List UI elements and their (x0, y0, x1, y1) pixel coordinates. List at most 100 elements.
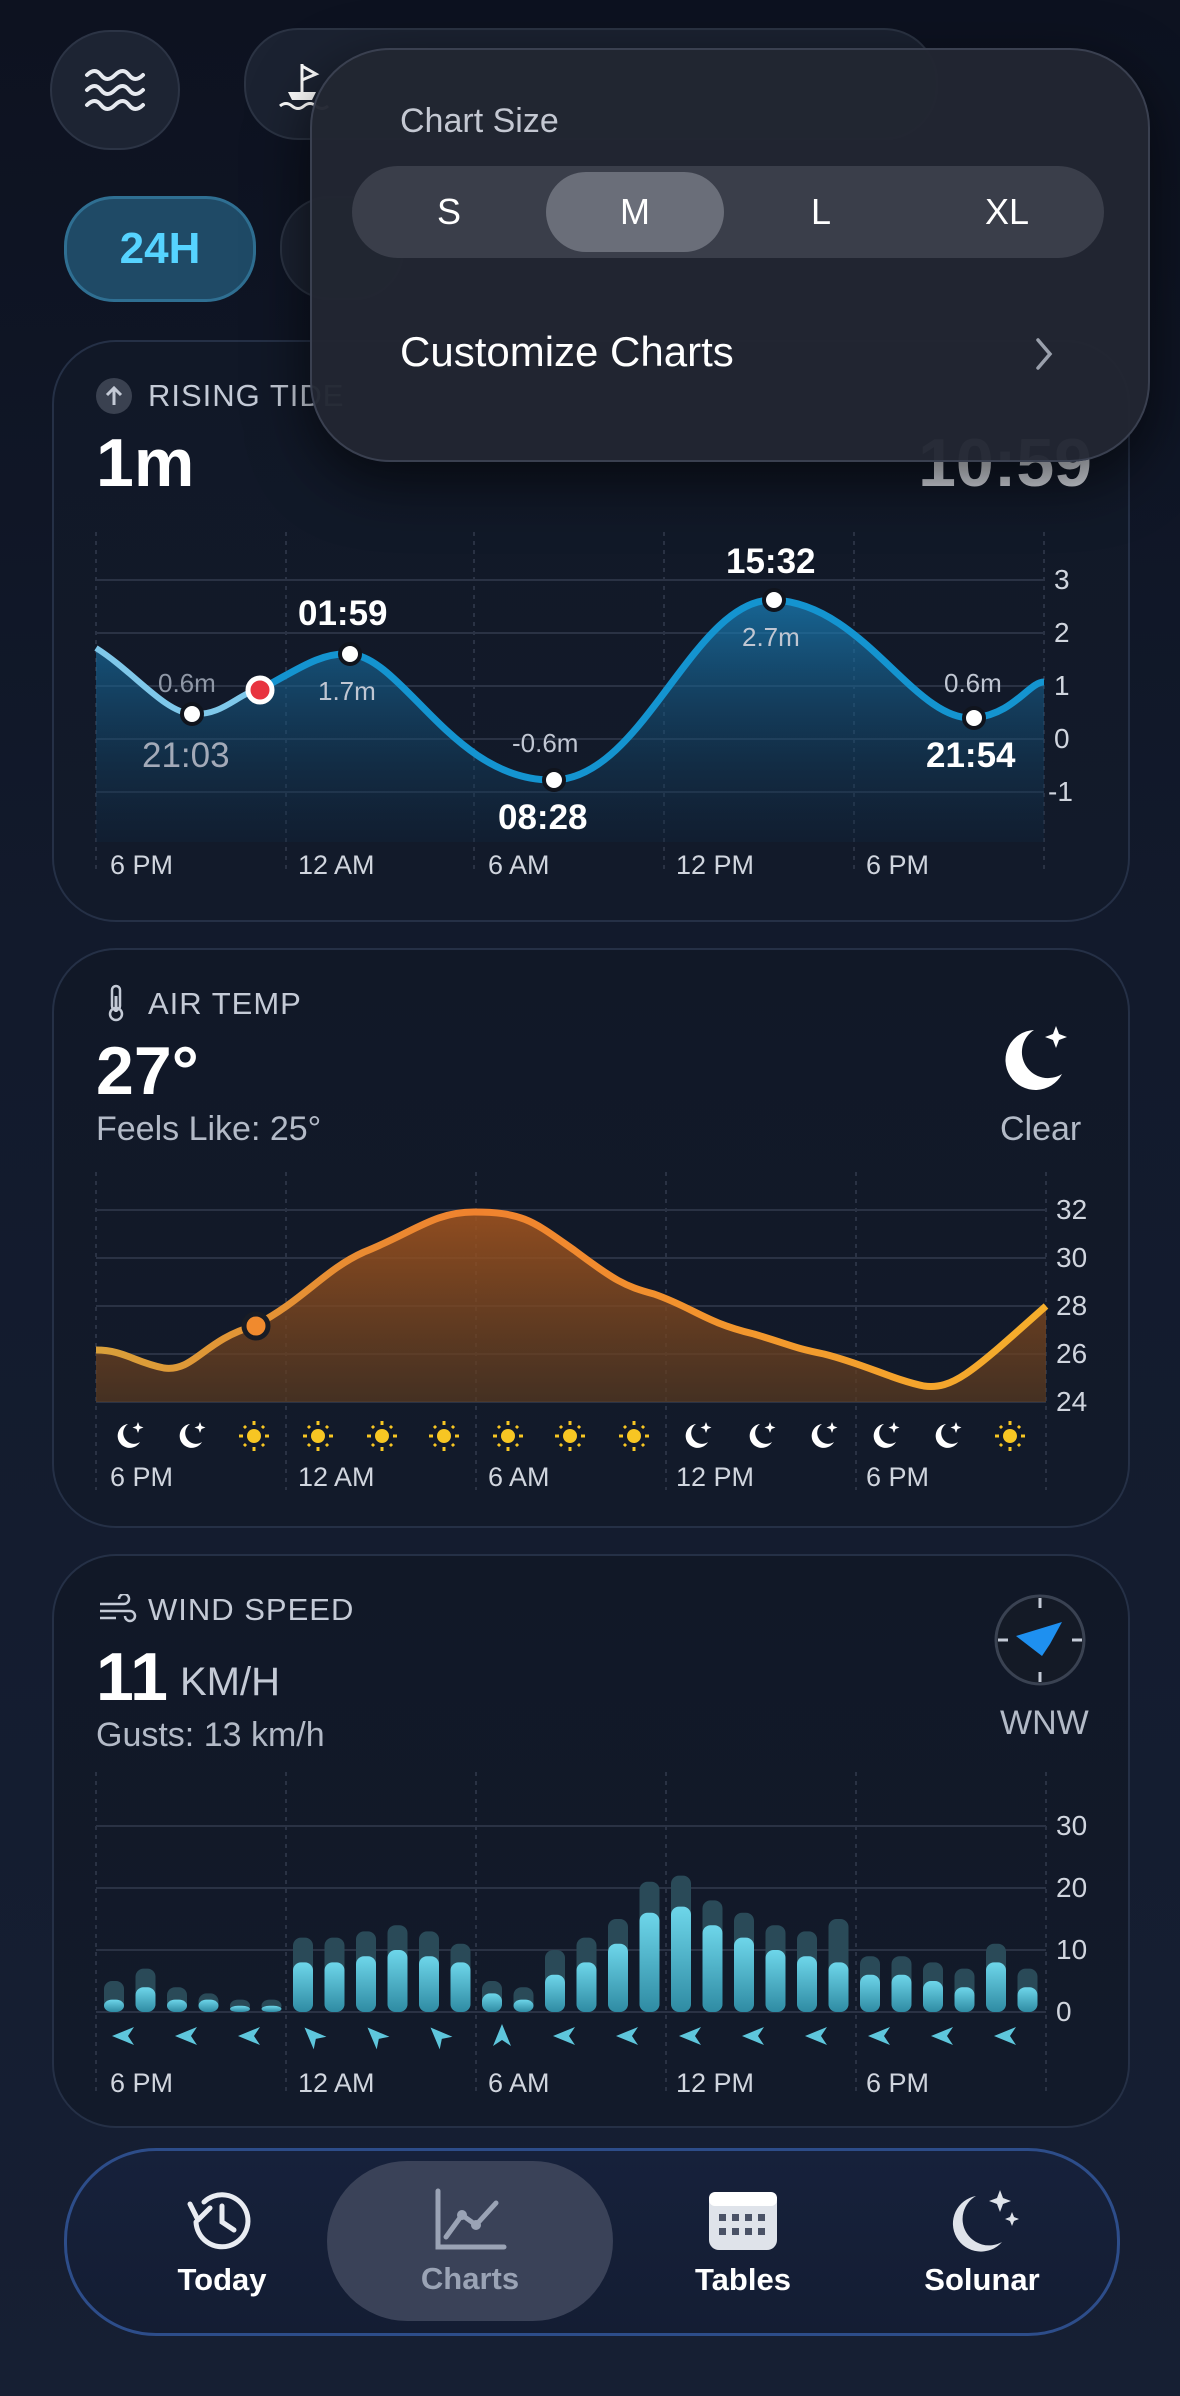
wind-speed-bar (891, 1974, 912, 2012)
tide-high-point (762, 588, 786, 612)
temp-y-tick: 32 (1056, 1194, 1088, 1225)
wind-direction-arrow (367, 2027, 390, 2050)
popup-title: Chart Size (400, 102, 559, 140)
wind-direction-arrow (112, 2027, 134, 2045)
customize-charts-label: Customize Charts (400, 328, 734, 375)
wind-x-tick: 6 PM (866, 2068, 930, 2098)
temp-x-tick: 12 AM (298, 1462, 375, 1492)
temp-y-tick: 26 (1056, 1338, 1088, 1369)
wind-speed-bar (1017, 1987, 1038, 2012)
tide-label-height: 0.6m (158, 668, 216, 698)
temp-y-tick: 30 (1056, 1242, 1088, 1273)
air-temp-card[interactable]: AIR TEMP 27° Feels Like: 25° Clear 32 30… (52, 948, 1130, 1528)
wind-speed-bar (545, 1974, 565, 2012)
wind-speed-bar (482, 1993, 502, 2012)
wind-speed-bar (765, 1950, 786, 2012)
size-s-button[interactable]: S (360, 166, 538, 258)
wind-speed-bar (167, 1999, 187, 2012)
wind-speed-bar (387, 1950, 408, 2012)
waves-button[interactable] (50, 30, 180, 150)
wind-speed-bar (356, 1956, 376, 2012)
tide-y-tick: 2 (1054, 617, 1070, 648)
tab-today[interactable]: Today (107, 2151, 337, 2333)
wind-speed-bar (828, 1962, 849, 2012)
tab-label: Charts (420, 2261, 520, 2296)
tide-label-time: 21:03 (142, 736, 230, 775)
history-clock-icon (187, 2192, 251, 2250)
tide-label-height: 0.6m (944, 668, 1002, 698)
wind-x-tick: 6 AM (488, 2068, 550, 2098)
wind-speed-bar (513, 1999, 534, 2012)
line-chart-icon (435, 2188, 507, 2250)
wind-x-tick: 12 PM (676, 2068, 755, 2098)
tide-low-point (542, 768, 566, 792)
tide-x-tick: 6 AM (488, 850, 550, 880)
tab-tables[interactable]: Tables (623, 2151, 863, 2333)
size-l-button[interactable]: L (732, 166, 910, 258)
wind-bars (104, 1875, 1038, 2012)
tide-x-tick: 12 AM (298, 850, 375, 880)
tab-charts[interactable]: Charts (327, 2161, 613, 2321)
size-m-button[interactable]: M (546, 172, 724, 252)
tab-solunar[interactable]: Solunar (867, 2151, 1097, 2333)
wind-y-tick: 0 (1056, 1996, 1072, 2027)
tide-y-tick: 3 (1054, 564, 1070, 595)
waves-icon (85, 69, 145, 111)
tide-y-tick: 1 (1054, 670, 1070, 701)
wind-direction-arrow (430, 2027, 453, 2050)
tide-label-time: 21:54 (926, 736, 1016, 775)
chevron-right-icon (1036, 338, 1053, 370)
wind-y-tick: 10 (1056, 1934, 1088, 1965)
wind-card[interactable]: WIND SPEED 11 KM/H Gusts: 13 km/h WNW 30… (52, 1554, 1130, 2128)
wind-speed-bar (135, 1987, 156, 2012)
wind-direction-arrow (868, 2027, 890, 2045)
tide-current-point (245, 675, 275, 705)
temp-x-tick: 6 PM (110, 1462, 174, 1492)
temp-x-tick: 12 PM (676, 1462, 755, 1492)
tide-x-tick: 6 PM (110, 850, 174, 880)
size-xl-button[interactable]: XL (918, 166, 1096, 258)
wind-speed-bar (293, 1962, 313, 2012)
wind-speed-bar (608, 1943, 628, 2012)
customize-charts-row[interactable]: Customize Charts (352, 300, 1104, 410)
moon-stars-icon (952, 2190, 1019, 2252)
tab-label: Today (177, 2262, 267, 2297)
tide-label-height: 1.7m (318, 676, 376, 706)
wind-y-tick: 30 (1056, 1810, 1088, 1841)
tide-label-time: 15:32 (726, 542, 816, 581)
wind-speed-bar (923, 1981, 943, 2012)
wind-speed-bar (324, 1962, 345, 2012)
wind-speed-bar (450, 1962, 471, 2012)
wind-direction-arrow (493, 2024, 511, 2046)
wind-speed-bar (419, 1956, 439, 2012)
wind-direction-arrow (805, 2027, 827, 2045)
chart-size-segmented-control[interactable]: S M L XL (352, 166, 1104, 258)
wind-direction-arrow (742, 2027, 764, 2045)
wind-speed-bar (797, 1956, 817, 2012)
tab-bar: Today Charts Tables Solunar (64, 2148, 1120, 2336)
wind-y-tick: 20 (1056, 1872, 1088, 1903)
wind-direction-arrow (679, 2027, 701, 2045)
tide-label-time: 08:28 (498, 798, 588, 837)
wind-direction-arrow (304, 2027, 327, 2050)
wind-speed-bar (639, 1912, 660, 2012)
wind-direction-arrow (238, 2027, 260, 2045)
tide-label-height: -0.6m (512, 728, 579, 758)
temp-current-point (241, 1311, 271, 1341)
wind-direction-arrow (931, 2027, 953, 2045)
wind-direction-arrow (616, 2027, 638, 2045)
wind-speed-bar (702, 1925, 723, 2012)
wind-chart (95, 1772, 1047, 2096)
tab-label: Solunar (924, 2262, 1040, 2297)
wind-speed-bar (576, 1962, 597, 2012)
wind-speed-bar (734, 1937, 754, 2012)
calendar-grid-icon (709, 2192, 777, 2250)
condition-icons-row (117, 1421, 1025, 1451)
wind-direction-arrow (553, 2027, 575, 2045)
wind-x-tick: 6 PM (110, 2068, 174, 2098)
range-24h-button[interactable]: 24H (64, 196, 256, 302)
temp-x-tick: 6 PM (866, 1462, 930, 1492)
wind-direction-arrow (175, 2027, 197, 2045)
tide-y-tick: 0 (1054, 723, 1070, 754)
wind-speed-bar (104, 1999, 124, 2012)
